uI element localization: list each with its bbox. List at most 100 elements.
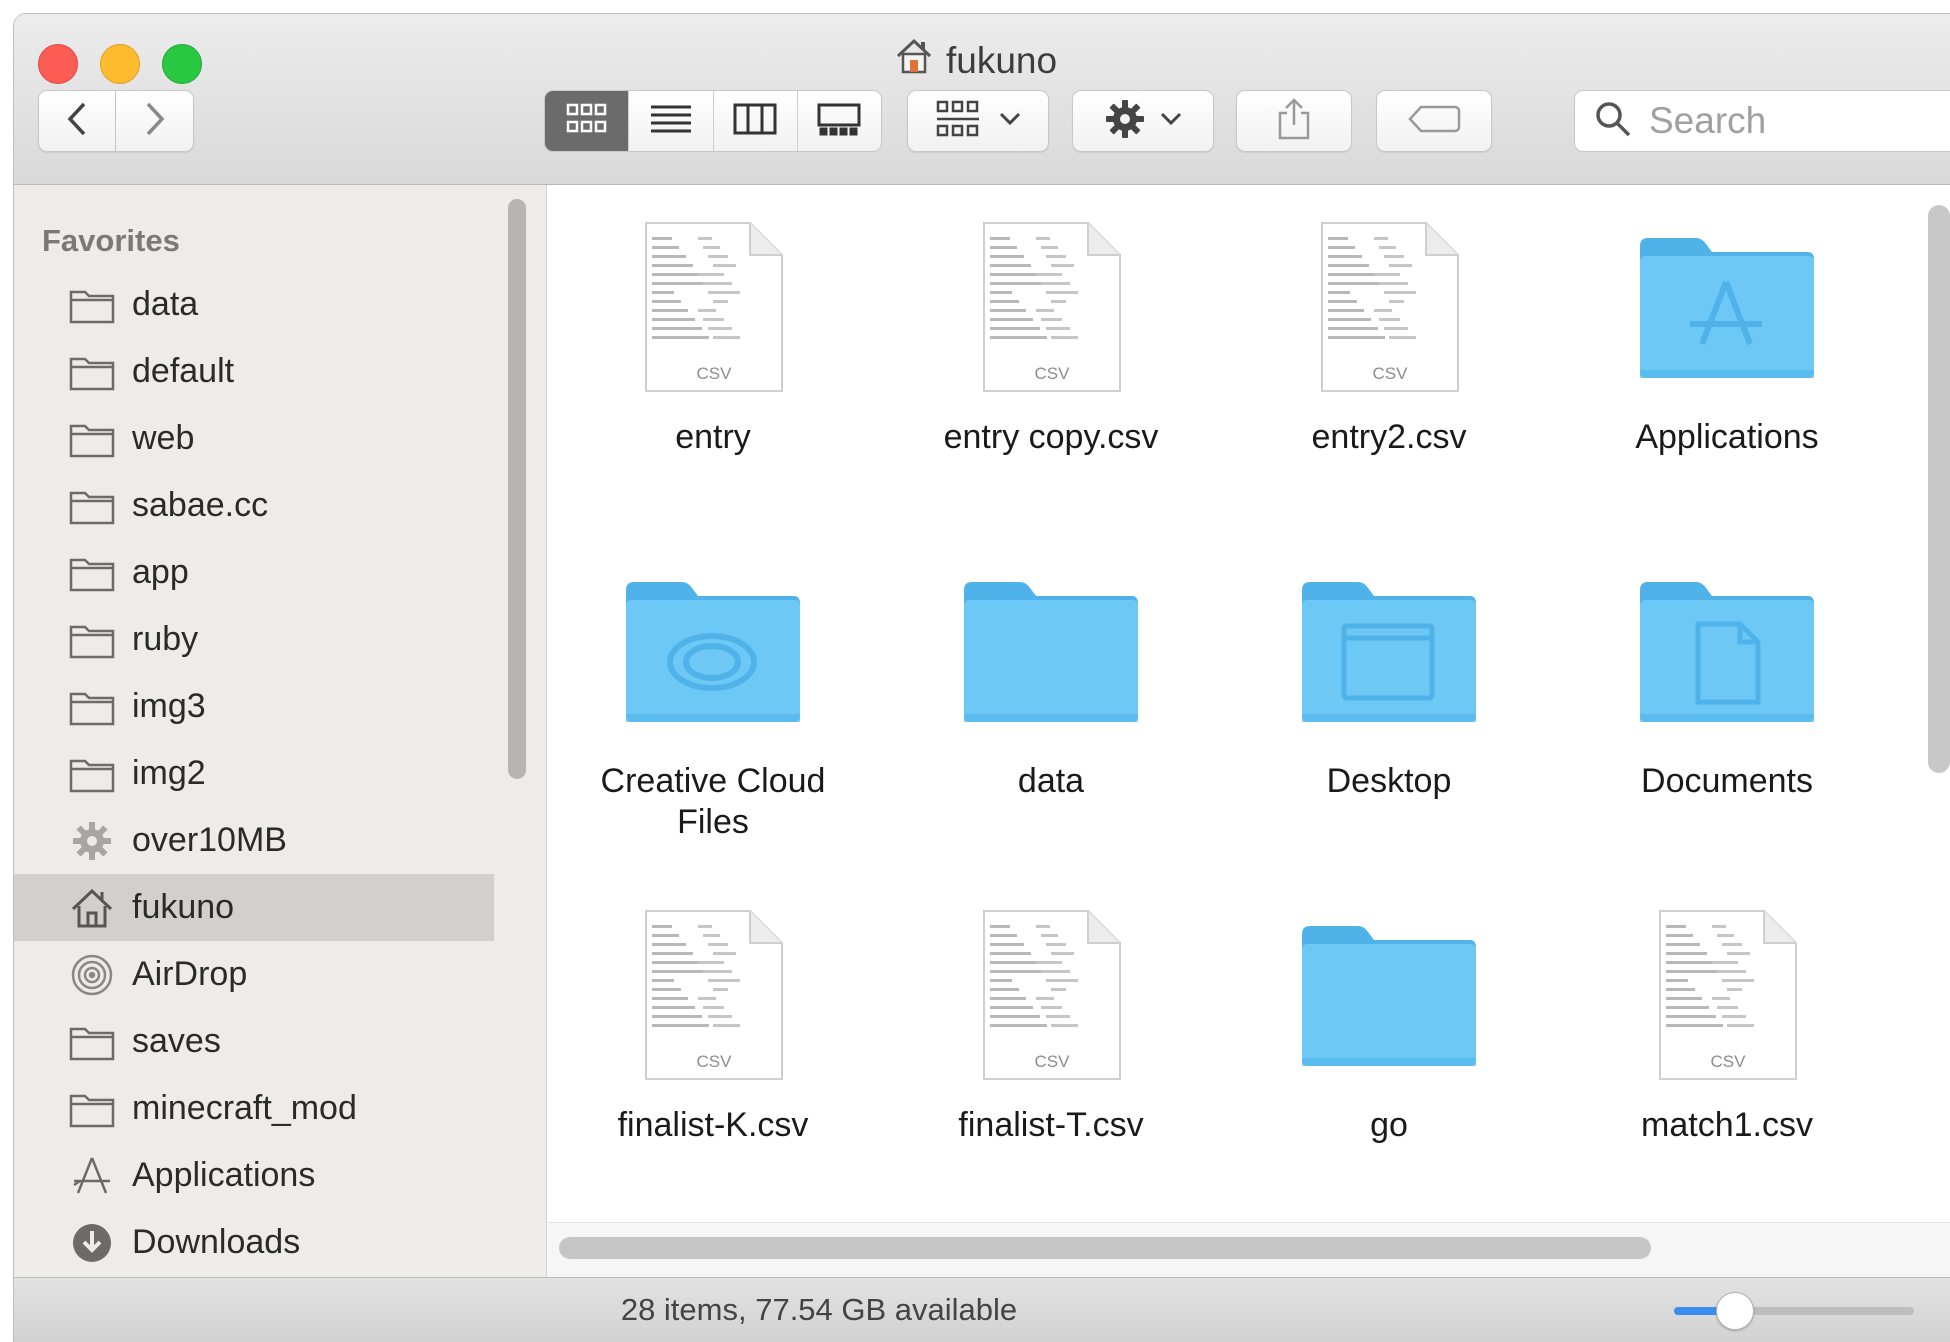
sidebar-scrollbar[interactable] xyxy=(508,199,526,779)
share-icon xyxy=(1276,97,1312,146)
list-view-button[interactable] xyxy=(628,91,712,151)
svg-text:CSV: CSV xyxy=(1035,364,1071,383)
file-item[interactable]: Applications xyxy=(1562,207,1892,537)
file-item[interactable]: data xyxy=(886,551,1216,881)
forward-button[interactable] xyxy=(116,90,194,152)
file-name: Applications xyxy=(1635,418,1819,456)
column-view-icon xyxy=(733,102,777,141)
sidebar-item-airdrop[interactable]: AirDrop xyxy=(14,941,494,1008)
sidebar-item-label: web xyxy=(132,419,195,457)
back-button[interactable] xyxy=(38,90,116,152)
sidebar-list: data default web sabae.cc app ruby img3 img2 ove… xyxy=(14,271,494,1276)
folder-desktop-icon xyxy=(1279,551,1499,751)
sidebar-item-applications[interactable]: Applications xyxy=(14,1142,494,1209)
gear-icon xyxy=(1104,98,1146,145)
vertical-scrollbar[interactable] xyxy=(1928,205,1950,773)
horizontal-scroll-track xyxy=(547,1222,1950,1277)
arrange-grid-icon xyxy=(935,99,981,144)
sidebar-item-label: Applications xyxy=(132,1156,316,1194)
slider-knob[interactable] xyxy=(1716,1292,1754,1330)
folder-icon xyxy=(68,283,116,327)
search-field[interactable] xyxy=(1574,90,1950,152)
home-icon xyxy=(894,36,934,85)
chevron-right-icon xyxy=(142,101,168,142)
sidebar-item-label: fukuno xyxy=(132,888,235,926)
folder-icon xyxy=(68,685,116,729)
view-mode-segmented-control xyxy=(544,90,882,152)
action-menu-button[interactable] xyxy=(1072,90,1214,152)
status-text: 28 items, 77.54 GB available xyxy=(620,1292,1018,1327)
file-item[interactable]: CSV finalist-K.csv xyxy=(548,895,878,1225)
home-icon xyxy=(68,886,116,930)
sidebar-heading: Favorites xyxy=(42,223,180,258)
csv-document-icon: CSV xyxy=(603,207,823,407)
sidebar-item-label: app xyxy=(132,553,189,591)
icon-view-button[interactable] xyxy=(545,91,629,151)
file-name: entry2.csv xyxy=(1311,418,1467,456)
sidebar-item-web[interactable]: web xyxy=(14,405,494,472)
sidebar-item-downloads[interactable]: Downloads xyxy=(14,1209,494,1276)
tag-button[interactable] xyxy=(1376,90,1492,152)
sidebar-item-label: ruby xyxy=(132,620,199,658)
gallery-view-button[interactable] xyxy=(796,91,881,151)
folder-icon xyxy=(68,1087,116,1131)
minimize-window-button[interactable] xyxy=(100,44,140,84)
svg-text:CSV: CSV xyxy=(697,1052,733,1071)
file-item[interactable]: CSV entry copy.csv xyxy=(886,207,1216,537)
folder-icon xyxy=(68,618,116,662)
file-item[interactable]: Creative Cloud Files xyxy=(548,551,878,881)
file-item[interactable]: go xyxy=(1224,895,1554,1225)
sidebar-item-sabae-cc[interactable]: sabae.cc xyxy=(14,472,494,539)
sidebar-item-ruby[interactable]: ruby xyxy=(14,606,494,673)
gear-icon xyxy=(68,819,116,863)
sidebar-item-minecraft-mod[interactable]: minecraft_mod xyxy=(14,1075,494,1142)
sidebar-item-label: data xyxy=(132,285,199,323)
file-item[interactable]: Desktop xyxy=(1224,551,1554,881)
share-button[interactable] xyxy=(1236,90,1352,152)
sidebar-item-label: minecraft_mod xyxy=(132,1089,357,1127)
icon-size-slider[interactable] xyxy=(1674,1292,1934,1330)
close-window-button[interactable] xyxy=(38,44,78,84)
sidebar-item-img3[interactable]: img3 xyxy=(14,673,494,740)
file-item[interactable]: CSV match1.csv xyxy=(1562,895,1892,1225)
sidebar-item-label: default xyxy=(132,352,235,390)
sidebar-item-app[interactable]: app xyxy=(14,539,494,606)
sidebar-item-fukuno[interactable]: fukuno xyxy=(14,874,494,941)
search-input[interactable] xyxy=(1647,99,1950,143)
file-item[interactable]: CSV entry xyxy=(548,207,878,537)
gallery-view-icon xyxy=(817,102,861,141)
chevron-down-icon xyxy=(999,112,1021,131)
titlebar-toolbar: fukuno xyxy=(14,14,1950,185)
search-icon xyxy=(1593,99,1633,144)
csv-document-icon: CSV xyxy=(1617,895,1837,1095)
downloads-icon xyxy=(68,1221,116,1265)
sidebar-item-label: img3 xyxy=(132,687,206,725)
zoom-window-button[interactable] xyxy=(162,44,202,84)
sidebar-item-label: img2 xyxy=(132,754,206,792)
status-bar: 28 items, 77.54 GB available xyxy=(14,1277,1950,1342)
file-item[interactable]: CSV entry2.csv xyxy=(1224,207,1554,537)
finder-window: fukuno Search Favorites data default web… xyxy=(14,14,1950,1342)
sidebar-item-default[interactable]: default xyxy=(14,338,494,405)
chevron-down-icon xyxy=(1160,112,1182,131)
file-name: entry copy.csv xyxy=(943,418,1159,456)
sidebar-item-img2[interactable]: img2 xyxy=(14,740,494,807)
airdrop-icon xyxy=(68,953,116,997)
folder-icon xyxy=(1279,895,1499,1095)
svg-text:CSV: CSV xyxy=(1373,364,1409,383)
file-name: Desktop xyxy=(1326,762,1452,800)
column-view-button[interactable] xyxy=(712,91,797,151)
list-view-icon xyxy=(649,102,693,141)
file-name: go xyxy=(1370,1106,1408,1144)
tag-icon xyxy=(1407,104,1461,139)
file-item[interactable]: CSV finalist-T.csv xyxy=(886,895,1216,1225)
sidebar-item-label: saves xyxy=(132,1022,221,1060)
file-item[interactable]: Documents xyxy=(1562,551,1892,881)
file-name: entry xyxy=(675,418,751,456)
sidebar-item-over10mb[interactable]: over10MB xyxy=(14,807,494,874)
horizontal-scrollbar[interactable] xyxy=(559,1237,1651,1259)
sidebar-item-saves[interactable]: saves xyxy=(14,1008,494,1075)
arrange-menu-button[interactable] xyxy=(907,90,1049,152)
csv-document-icon: CSV xyxy=(941,207,1161,407)
sidebar-item-data[interactable]: data xyxy=(14,271,494,338)
